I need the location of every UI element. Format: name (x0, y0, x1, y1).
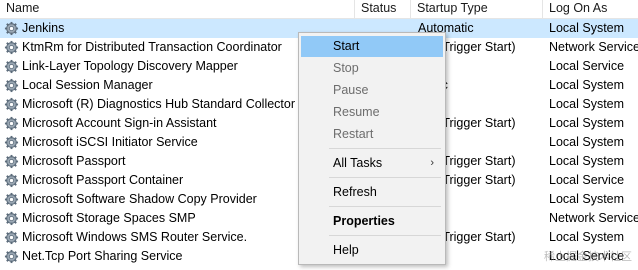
service-log-on-as: Local System (549, 192, 625, 206)
column-header-log-on-as[interactable]: Log On As (543, 0, 638, 18)
menu-item-refresh[interactable]: Refresh (301, 182, 443, 203)
service-name: Microsoft Software Shadow Copy Provider (22, 192, 257, 206)
menu-item-resume: Resume (333, 105, 380, 119)
column-header-status[interactable]: Status (355, 0, 411, 18)
service-log-on-as: Local System (549, 154, 625, 168)
menu-item-restart: Restart (333, 127, 374, 141)
service-log-on-as: Local System (549, 230, 625, 244)
service-log-on-as: Local Service (549, 173, 625, 187)
service-name: Microsoft iSCSI Initiator Service (22, 135, 198, 149)
service-name: Net.Tcp Port Sharing Service (22, 249, 183, 263)
service-name: KtmRm for Distributed Transaction Coordi… (22, 40, 282, 54)
service-name: Link-Layer Topology Discovery Mapper (22, 59, 238, 73)
service-gear-icon (4, 40, 19, 55)
menu-item-help[interactable]: Help (301, 240, 443, 261)
column-header-startup-type[interactable]: Startup Type (411, 0, 543, 18)
service-name: Microsoft Windows SMS Router Service. (22, 230, 248, 244)
submenu-arrow-icon: › (430, 157, 434, 169)
service-name: Microsoft Passport (22, 154, 126, 168)
context-menu: Start Stop Pause Resume Restart All Task… (298, 32, 446, 265)
column-header-name[interactable]: Name (0, 0, 355, 18)
service-log-on-as: Network Service (549, 211, 638, 225)
service-gear-icon (4, 135, 19, 150)
service-gear-icon (4, 59, 19, 74)
service-name: Microsoft (R) Diagnostics Hub Standard C… (22, 97, 300, 111)
service-log-on-as: Network Service (549, 40, 638, 54)
service-name: Microsoft Account Sign-in Assistant (22, 116, 217, 130)
service-name: Microsoft Storage Spaces SMP (22, 211, 196, 225)
menu-item-pause: Pause (333, 83, 369, 97)
menu-item-properties[interactable]: Properties (301, 211, 443, 232)
service-gear-icon (4, 21, 19, 36)
service-gear-icon (4, 154, 19, 169)
menu-separator (329, 206, 441, 207)
watermark: 稀土掘金技术社区 (544, 251, 632, 263)
service-gear-icon (4, 230, 19, 245)
service-gear-icon (4, 249, 19, 264)
menu-item-all-tasks-label: All Tasks (333, 156, 383, 170)
menu-separator (329, 148, 441, 149)
service-log-on-as: Local Service (549, 59, 625, 73)
service-gear-icon (4, 78, 19, 93)
service-log-on-as: Local System (549, 135, 625, 149)
service-name: Jenkins (22, 21, 65, 35)
service-gear-icon (4, 192, 19, 207)
service-log-on-as: Local System (549, 78, 625, 92)
service-gear-icon (4, 173, 19, 188)
service-name: Microsoft Passport Container (22, 173, 184, 187)
service-gear-icon (4, 211, 19, 226)
column-header: Name Status Startup Type Log On As (0, 0, 638, 19)
service-log-on-as: Local System (549, 116, 625, 130)
menu-item-start[interactable]: Start (301, 36, 443, 57)
service-gear-icon (4, 97, 19, 112)
menu-separator (329, 235, 441, 236)
service-log-on-as: Local System (549, 97, 625, 111)
menu-separator (329, 177, 441, 178)
service-log-on-as: Local System (549, 21, 625, 35)
service-gear-icon (4, 116, 19, 131)
menu-item-stop: Stop (333, 61, 359, 75)
service-name: Local Session Manager (22, 78, 153, 92)
menu-item-all-tasks[interactable]: All Tasks › (301, 153, 443, 174)
